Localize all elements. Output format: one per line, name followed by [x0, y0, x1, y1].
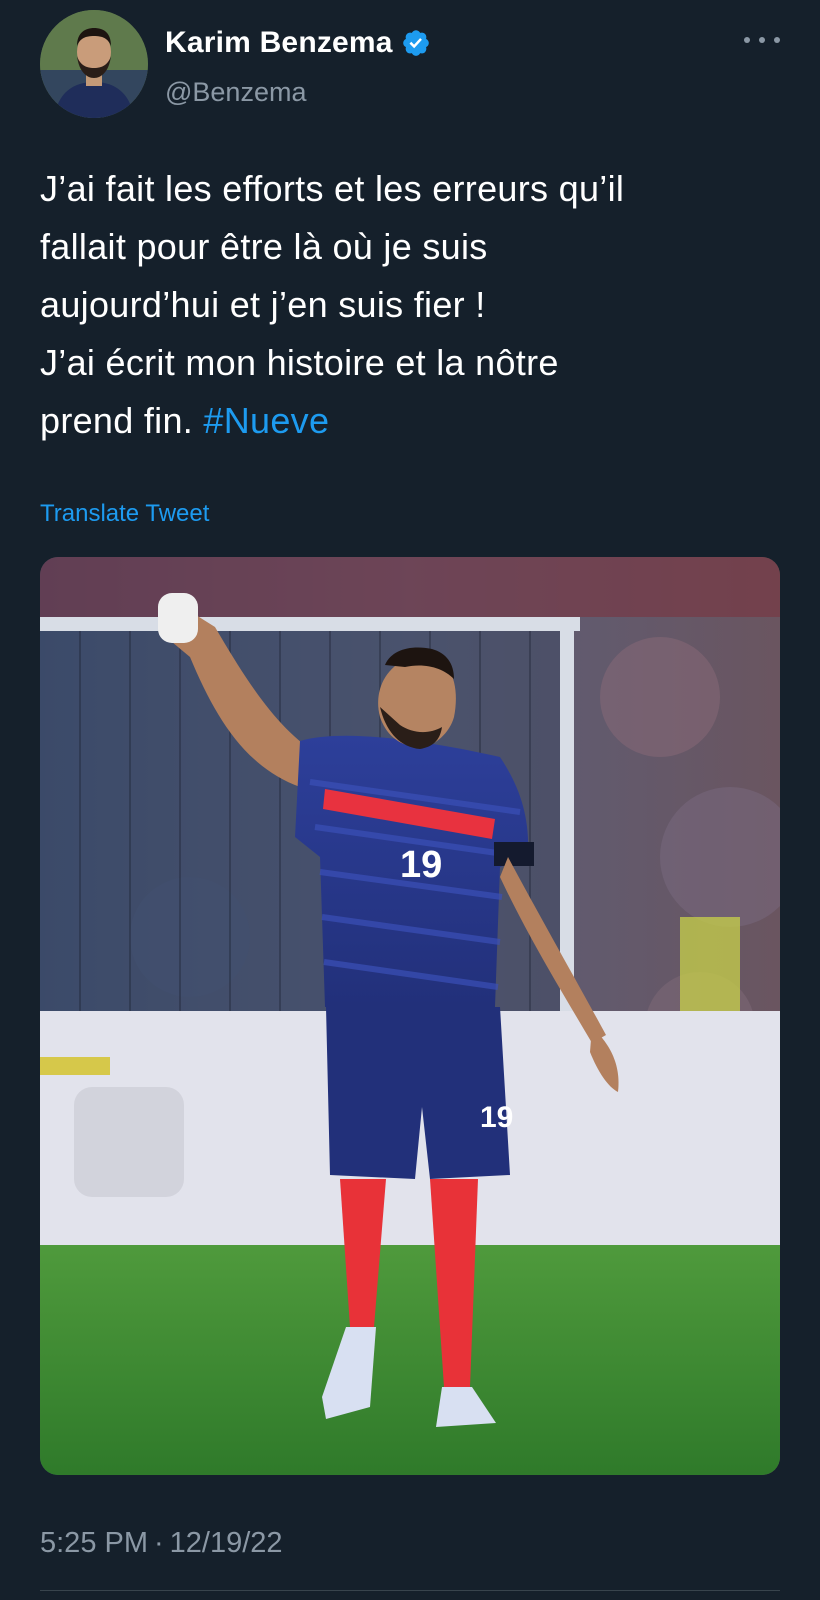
- tweet-photo[interactable]: 19 19: [40, 557, 780, 1475]
- jersey-number: 19: [400, 844, 442, 886]
- name-row: Karim Benzema: [165, 26, 431, 60]
- tweet-date: 12/19/22: [169, 1527, 283, 1559]
- tweet-line: fallait pour être là où je suis: [40, 226, 488, 267]
- display-name[interactable]: Karim Benzema: [165, 26, 393, 60]
- dot: [744, 37, 750, 43]
- timestamp-separator: ·: [154, 1527, 164, 1559]
- tweet-line-text: prend fin.: [40, 400, 204, 441]
- tweet-line: J’ai écrit mon histoire et la nôtre: [40, 342, 559, 383]
- avatar-image: [40, 10, 148, 118]
- dot: [759, 37, 765, 43]
- dot: [774, 37, 780, 43]
- tweet-line: aujourd’hui et j’en suis fier !: [40, 284, 486, 325]
- photo-player-celebrating: 19 19: [40, 557, 780, 1475]
- hashtag-link[interactable]: #Nueve: [203, 400, 329, 441]
- tweet-timestamp[interactable]: 5:25 PM · 12/19/22: [40, 1527, 283, 1560]
- divider: [40, 1590, 780, 1591]
- avatar[interactable]: [40, 10, 148, 118]
- tweet-time: 5:25 PM: [40, 1527, 148, 1559]
- user-handle[interactable]: @Benzema: [165, 77, 306, 108]
- tweet-line-last: prend fin. #Nueve: [40, 392, 785, 450]
- tweet-text: J’ai fait les efforts et les erreurs qu’…: [40, 160, 785, 450]
- tweet-line: J’ai fait les efforts et les erreurs qu’…: [40, 168, 625, 209]
- tweet-header: Karim Benzema @Benzema: [40, 10, 780, 118]
- shorts-number: 19: [480, 1101, 513, 1134]
- more-options-icon[interactable]: [744, 28, 780, 52]
- verified-badge-icon: [401, 28, 431, 58]
- translate-tweet-link[interactable]: Translate Tweet: [40, 500, 209, 528]
